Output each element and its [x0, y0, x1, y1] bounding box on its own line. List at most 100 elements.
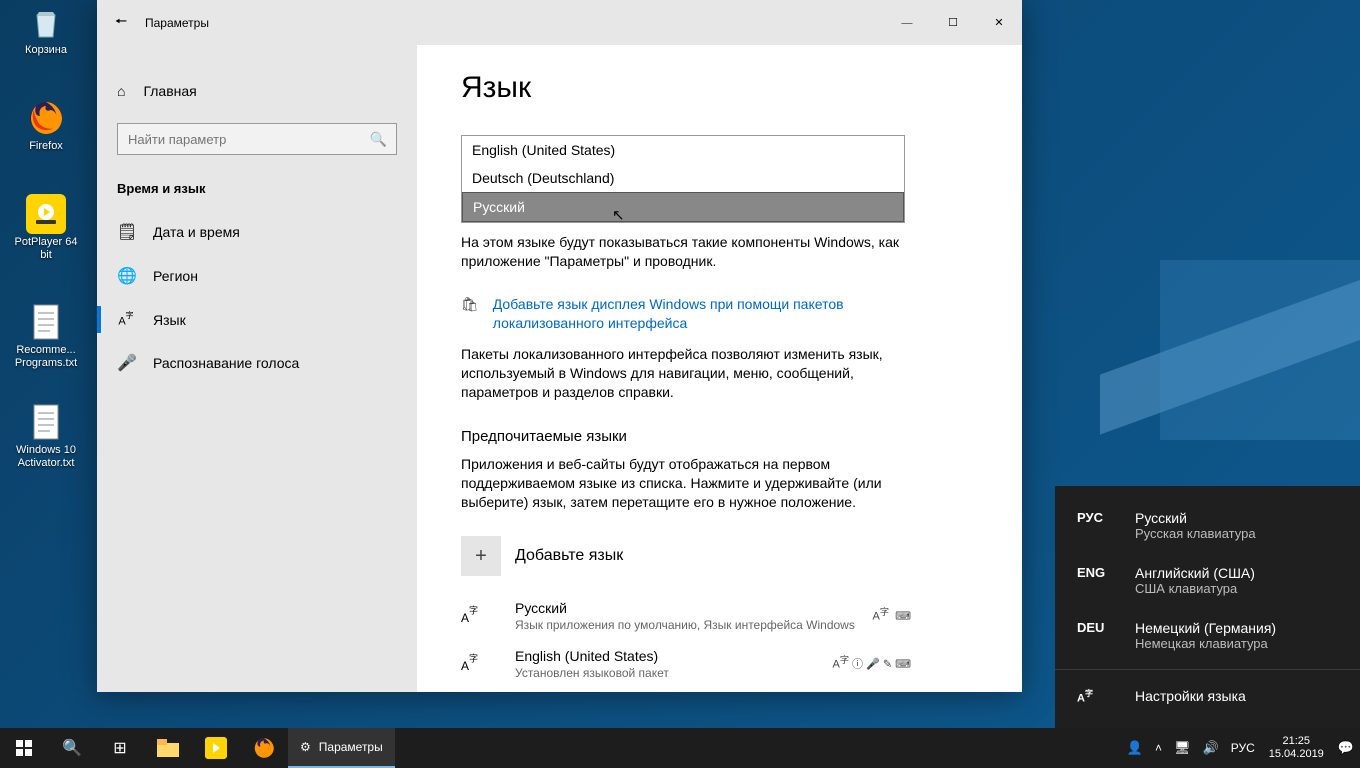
language-icon: A字	[117, 310, 135, 329]
desktop-icon-label: Корзина	[8, 44, 84, 57]
sidebar-section-title: Время и язык	[97, 175, 417, 210]
language-code: ENG	[1077, 565, 1115, 596]
search-icon: 🔍	[370, 131, 387, 148]
language-item-sub: Установлен языковой пакет	[515, 666, 818, 680]
display-language-description: На этом языке будут показываться такие к…	[461, 233, 909, 271]
tray-clock[interactable]: 21:25 15.04.2019	[1261, 735, 1332, 761]
preferred-languages-heading: Предпочитаемые языки	[461, 428, 978, 445]
desktop-icon-label: PotPlayer 64 bit	[8, 236, 84, 262]
taskbar-explorer[interactable]	[144, 728, 192, 768]
desktop-icon-label: Windows 10 Activator.txt	[8, 444, 84, 470]
maximize-button[interactable]: ☐	[930, 8, 976, 38]
keyboard-name: Немецкая клавиатура	[1135, 636, 1276, 651]
text-file-icon	[26, 302, 66, 342]
desktop-icon-label: Recomme... Programs.txt	[8, 344, 84, 370]
desktop-icon-txt1[interactable]: Recomme... Programs.txt	[8, 302, 84, 370]
lip-description: Пакеты локализованного интерфейса позвол…	[461, 345, 909, 402]
language-name: Немецкий (Германия)	[1135, 620, 1276, 636]
desktop-icon-recycle-bin[interactable]: Корзина	[8, 2, 84, 57]
tray-language-indicator[interactable]: РУС	[1225, 728, 1261, 768]
language-settings-label: Настройки языка	[1135, 688, 1246, 704]
sidebar-item-speech[interactable]: 🎤 Распознавание голоса	[97, 341, 417, 385]
sidebar-item-label: Язык	[153, 312, 186, 328]
preferred-languages-description: Приложения и веб-сайты будут отображатьс…	[461, 455, 909, 512]
sidebar-home-label: Главная	[143, 83, 196, 99]
desktop-icon-txt2[interactable]: Windows 10 Activator.txt	[8, 402, 84, 470]
system-tray: 👤 ˄ 🖥 🔊 РУС 21:25 15.04.2019 💬	[1121, 728, 1360, 768]
start-button[interactable]	[0, 728, 48, 768]
plus-icon: +	[461, 536, 501, 576]
language-option[interactable]: Deutsch (Deutschland)	[462, 164, 904, 192]
language-flyout-item[interactable]: ENG Английский (США) США клавиатура	[1055, 553, 1360, 608]
language-code: DEU	[1077, 620, 1115, 651]
language-item-sub: Язык приложения по умолчанию, Язык интер…	[515, 618, 859, 632]
task-view-button[interactable]: ⊞	[96, 728, 144, 768]
language-features-icons: A字 ⌨	[873, 600, 912, 632]
page-heading: Язык	[461, 71, 978, 105]
taskbar-running-label: Параметры	[319, 740, 383, 754]
language-item-icon: A字	[461, 648, 501, 680]
firefox-icon	[26, 98, 66, 138]
sidebar-search: 🔍	[117, 123, 397, 155]
language-name: Английский (США)	[1135, 565, 1255, 581]
text-file-icon	[26, 402, 66, 442]
taskbar-running-settings[interactable]: ⚙ Параметры	[288, 728, 395, 768]
taskbar-firefox[interactable]	[240, 728, 288, 768]
language-features-icons: A字 ⓘ 🎤 ✎ ⌨	[832, 648, 911, 680]
preferred-language-item[interactable]: A字 English (United States) Установлен яз…	[461, 640, 911, 688]
add-language-button[interactable]: + Добавьте язык	[461, 536, 978, 576]
tray-network-icon[interactable]: 🖥	[1168, 728, 1197, 768]
tray-people[interactable]: 👤	[1121, 728, 1149, 768]
separator	[1055, 669, 1360, 670]
tray-volume-icon[interactable]: 🔊	[1197, 728, 1225, 768]
recycle-bin-icon	[26, 2, 66, 42]
calendar-icon: 🗒	[117, 222, 135, 242]
add-display-language-link[interactable]: 🛍 Добавьте язык дисплея Windows при помо…	[461, 295, 891, 333]
sidebar-item-label: Дата и время	[153, 224, 240, 240]
content-area: Язык English (United States) Deutsch (De…	[417, 45, 1022, 692]
sidebar-item-datetime[interactable]: 🗒 Дата и время	[97, 210, 417, 254]
search-input[interactable]	[117, 123, 397, 155]
desktop-icon-firefox[interactable]: Firefox	[8, 98, 84, 153]
keyboard-name: Русская клавиатура	[1135, 526, 1256, 541]
tray-overflow[interactable]: ˄	[1149, 728, 1168, 768]
settings-window: 🠔 Параметры — ☐ ✕ ⌂ Главная 🔍 Время и яз…	[97, 0, 1022, 692]
search-button[interactable]: 🔍	[48, 728, 96, 768]
add-language-label: Добавьте язык	[515, 547, 623, 565]
language-switcher-flyout: РУС Русский Русская клавиатура ENG Англи…	[1055, 486, 1360, 728]
language-flyout-item[interactable]: РУС Русский Русская клавиатура	[1055, 498, 1360, 553]
language-item-name: Русский	[515, 600, 859, 616]
language-option[interactable]: English (United States)	[462, 136, 904, 164]
gear-icon: ⚙	[300, 740, 311, 754]
language-item-icon: A字	[461, 600, 501, 632]
taskbar: 🔍 ⊞ ⚙ Параметры 👤 ˄ 🖥 🔊 РУС 21:25 15.04.…	[0, 728, 1360, 768]
tray-action-center[interactable]: 💬	[1332, 728, 1360, 768]
sidebar-item-language[interactable]: A字 Язык	[97, 298, 417, 341]
taskbar-potplayer[interactable]	[192, 728, 240, 768]
desktop-icon-potplayer[interactable]: PotPlayer 64 bit	[8, 194, 84, 262]
window-title: Параметры	[145, 16, 209, 30]
sidebar-home[interactable]: ⌂ Главная	[97, 73, 417, 109]
language-settings-icon: A字	[1077, 688, 1115, 704]
language-settings-link[interactable]: A字 Настройки языка	[1055, 676, 1360, 716]
sidebar-item-label: Регион	[153, 268, 198, 284]
desktop-icon-label: Firefox	[8, 140, 84, 153]
sidebar-item-region[interactable]: 🌐 Регион	[97, 254, 417, 298]
tray-date: 15.04.2019	[1269, 748, 1324, 761]
display-language-select[interactable]: English (United States) Deutsch (Deutsch…	[461, 135, 905, 223]
language-option-selected[interactable]: Русский	[462, 192, 904, 222]
back-button[interactable]: 🠔	[97, 11, 145, 35]
globe-icon: 🌐	[117, 266, 135, 286]
titlebar: 🠔 Параметры — ☐ ✕	[97, 0, 1022, 45]
sidebar: ⌂ Главная 🔍 Время и язык 🗒 Дата и время …	[97, 45, 417, 692]
preferred-language-item[interactable]: A字 Русский Язык приложения по умолчанию,…	[461, 592, 911, 640]
language-flyout-item[interactable]: DEU Немецкий (Германия) Немецкая клавиат…	[1055, 608, 1360, 663]
close-button[interactable]: ✕	[976, 8, 1022, 38]
minimize-button[interactable]: —	[884, 8, 930, 38]
link-text: Добавьте язык дисплея Windows при помощи…	[493, 295, 891, 333]
language-name: Русский	[1135, 510, 1256, 526]
potplayer-icon	[26, 194, 66, 234]
store-icon: 🛍	[461, 295, 479, 333]
microphone-icon: 🎤	[117, 353, 135, 373]
sidebar-item-label: Распознавание голоса	[153, 355, 299, 371]
